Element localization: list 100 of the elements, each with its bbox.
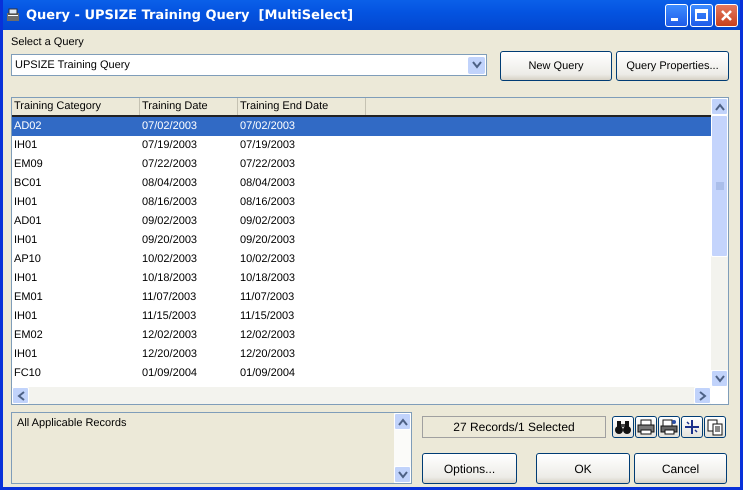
minimize-button[interactable] [665, 4, 688, 26]
table-cell-text: FC10 [13, 366, 42, 381]
cancel-button[interactable]: Cancel [634, 453, 727, 484]
crosshair-button[interactable] [681, 416, 703, 438]
table-cell-text: IH01 [13, 233, 38, 248]
table-cell-text: 09/20/2003 [141, 233, 198, 248]
table-cell-text: 11/07/2003 [141, 290, 198, 305]
arrow-right-icon [698, 390, 708, 400]
table-cell-text: EM02 [13, 328, 44, 343]
table-cell-text: 01/09/2004 [141, 366, 198, 381]
table-cell-text: 11/07/2003 [239, 290, 296, 305]
column-header[interactable]: Training End Date [238, 98, 366, 115]
arrow-down-icon [714, 374, 724, 384]
scroll-down-button[interactable] [711, 370, 728, 387]
scroll-up-button[interactable] [711, 98, 728, 115]
table-row[interactable]: IH01 07/19/2003 07/19/2003 [12, 136, 711, 155]
table-cell-text: EM01 [13, 290, 44, 305]
table-cell-text: 07/19/2003 [239, 138, 296, 153]
table-row[interactable]: IH01 11/15/2003 11/15/2003 [12, 307, 711, 326]
arrow-down-icon [472, 60, 482, 70]
query-properties-button[interactable]: Query Properties... [616, 51, 729, 81]
scroll-thumb[interactable] [711, 115, 728, 257]
printer-icon [637, 418, 655, 436]
copy-button[interactable] [704, 416, 726, 438]
arrow-up-icon [714, 102, 724, 112]
table-cell-text: AP10 [13, 252, 42, 267]
table-row[interactable]: EM01 11/07/2003 11/07/2003 [12, 288, 711, 307]
table-cell-text: 01/09/2004 [239, 366, 296, 381]
table-cell-text: IH01 [13, 347, 38, 362]
scroll-down-button[interactable] [394, 466, 411, 483]
table-cell-text: 09/20/2003 [239, 233, 296, 248]
table-cell-text: 11/15/2003 [141, 309, 198, 324]
app-icon [5, 7, 21, 23]
table-cell-text: EM09 [13, 157, 44, 172]
minimize-icon [671, 18, 678, 20]
table-cell-text: 10/02/2003 [239, 252, 296, 267]
table-row[interactable]: IH01 10/18/2003 10/18/2003 [12, 269, 711, 288]
window-title: Query - UPSIZE Training Query [MultiSelect] [26, 8, 354, 22]
scroll-up-button[interactable] [394, 413, 411, 430]
table-row[interactable]: EM02 12/02/2003 12/02/2003 [12, 326, 711, 345]
vertical-scrollbar[interactable] [394, 413, 411, 483]
table-cell-text: 10/18/2003 [239, 271, 296, 286]
table-cell-text: 09/02/2003 [141, 214, 198, 229]
grip-icon [716, 182, 724, 190]
table-cell-text: IH01 [13, 195, 38, 210]
dropdown-button[interactable] [468, 56, 485, 74]
table-cell-text: AD02 [13, 119, 43, 134]
table-cell-text: 07/22/2003 [141, 157, 198, 172]
binoculars-icon [614, 418, 632, 436]
horizontal-scrollbar[interactable] [12, 387, 711, 404]
table-cell-text: 08/04/2003 [141, 176, 198, 191]
table-cell-text: 12/20/2003 [141, 347, 198, 362]
binoculars-button[interactable] [612, 416, 634, 438]
column-header[interactable]: Training Category [12, 98, 140, 115]
maximize-button[interactable] [690, 4, 713, 26]
table-cell-text: 08/04/2003 [239, 176, 296, 191]
table-row[interactable]: AD01 09/02/2003 09/02/2003 [12, 212, 711, 231]
query-dropdown[interactable]: UPSIZE Training Query [11, 54, 487, 76]
table-cell-text: 07/02/2003 [141, 119, 198, 134]
table-cell-text: IH01 [13, 138, 38, 153]
table-cell-text: 09/02/2003 [239, 214, 296, 229]
table-cell-text: 12/02/2003 [141, 328, 198, 343]
close-button[interactable] [715, 4, 738, 26]
table-cell-text: 07/02/2003 [239, 119, 296, 134]
table-cell-text: BC01 [13, 176, 43, 191]
table-cell-text: 12/20/2003 [239, 347, 296, 362]
scroll-left-button[interactable] [12, 387, 29, 404]
table-row[interactable]: AP10 10/02/2003 10/02/2003 [12, 250, 711, 269]
table-row[interactable]: IH01 12/20/2003 12/20/2003 [12, 345, 711, 364]
record-count: 27 Records/1 Selected [422, 416, 606, 438]
table-row[interactable]: BC01 08/04/2003 08/04/2003 [12, 174, 711, 193]
new-query-button[interactable]: New Query [500, 51, 612, 81]
arrow-left-icon [16, 390, 26, 400]
copy-icon [706, 418, 724, 436]
crosshair-icon [683, 418, 701, 436]
criteria-text: All Applicable Records [16, 416, 128, 431]
table-cell-text: 10/18/2003 [141, 271, 198, 286]
scroll-right-button[interactable] [694, 387, 711, 404]
printer-button[interactable] [658, 416, 680, 438]
field-label: Select a Query [11, 35, 84, 49]
table-cell-text: IH01 [13, 309, 38, 324]
table-cell-text: 10/02/2003 [141, 252, 198, 267]
table-row[interactable]: EM09 07/22/2003 07/22/2003 [12, 155, 711, 174]
ok-button[interactable]: OK [536, 453, 630, 484]
table-row[interactable]: IH01 08/16/2003 08/16/2003 [12, 193, 711, 212]
table-row[interactable]: IH01 09/20/2003 09/20/2003 [12, 231, 711, 250]
table-cell-text: 07/19/2003 [141, 138, 198, 153]
column-header[interactable]: Training Date [140, 98, 238, 115]
table-row[interactable]: AD02 07/02/2003 07/02/2003 [12, 117, 711, 136]
table-cell-text: AD01 [13, 214, 43, 229]
printer-icon [660, 418, 678, 436]
printer-button[interactable] [635, 416, 657, 438]
options-button[interactable]: Options... [422, 453, 517, 484]
table-cell-text: 08/16/2003 [141, 195, 198, 210]
table-cell-text: 12/02/2003 [239, 328, 296, 343]
arrow-down-icon [398, 470, 408, 480]
table-cell-text: 11/15/2003 [239, 309, 296, 324]
table-cell-text: 08/16/2003 [239, 195, 296, 210]
table-row[interactable]: FC10 01/09/2004 01/09/2004 [12, 364, 711, 383]
table-cell-text: 07/22/2003 [239, 157, 296, 172]
